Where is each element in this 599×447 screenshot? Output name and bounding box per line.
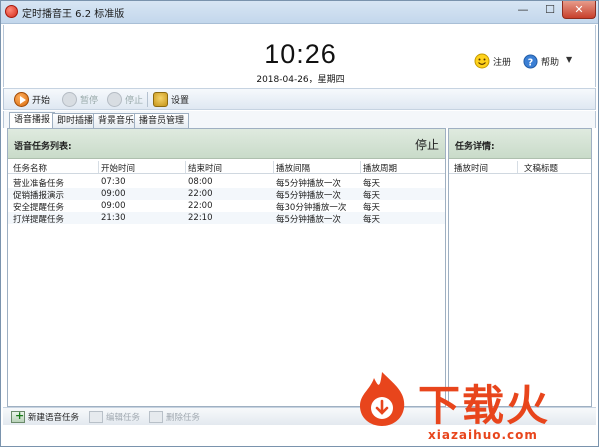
smile-icon [474, 53, 490, 69]
task-detail-panel: 任务详情: 播放时间 文稿标题 [448, 128, 592, 407]
table-row[interactable]: 打烊提醒任务 21:30 22:10 每5分钟播放一次 每天 [8, 212, 445, 225]
stop-button[interactable]: 停止 [107, 91, 143, 108]
settings-button[interactable]: 设置 [153, 91, 189, 108]
end-time: 22:00 [188, 201, 213, 211]
task-list-panel: 语音任务列表: 停止 任务名称 开始时间 结束时间 播放间隔 播放周期 营业准备… [7, 128, 446, 407]
column-header[interactable]: 播放时间 [454, 162, 488, 174]
column-header[interactable]: 播放间隔 [276, 162, 310, 174]
column-header[interactable]: 播放周期 [363, 162, 397, 174]
delete-task-button[interactable]: 删除任务 [149, 410, 200, 424]
column-header[interactable]: 文稿标题 [524, 162, 558, 174]
start-time: 07:30 [101, 177, 126, 187]
register-button[interactable]: 注册 [474, 52, 511, 70]
column-header[interactable]: 任务名称 [13, 162, 47, 174]
column-divider[interactable] [517, 161, 518, 173]
settings-label: 设置 [171, 96, 190, 106]
window-title: 定时播音王 6.2 标准版 [22, 9, 125, 20]
column-header[interactable]: 开始时间 [101, 162, 135, 174]
new-voice-task-button[interactable]: 新建语音任务 [11, 409, 80, 424]
pause-button[interactable]: 暂停 [62, 91, 98, 108]
play-icon [14, 92, 29, 107]
tab-instant-insert[interactable]: 即时插播 [52, 113, 99, 128]
pause-label: 暂停 [80, 96, 99, 106]
watermark-brand: 下载火 [418, 381, 551, 430]
watermark-domain: xiazaihuo.com [428, 428, 538, 442]
app-icon [5, 5, 18, 18]
flame-logo-icon [360, 372, 405, 426]
play-cycle: 每天 [363, 215, 381, 225]
tab-background-music[interactable]: 背景音乐 [93, 113, 140, 128]
column-divider[interactable] [273, 161, 274, 173]
help-button[interactable]: ? 帮助 [523, 52, 559, 70]
end-time: 08:00 [188, 177, 213, 187]
register-label: 注册 [493, 57, 512, 68]
toolbar: 开始 暂停 停止 设置 [3, 88, 596, 110]
header: 10:26 2018-04-26，星期四 注册 ? 帮助 ▼ [3, 25, 596, 87]
status-text: 停止 [414, 138, 439, 152]
delete-task-label: 删除任务 [166, 413, 201, 423]
toolbar-divider [147, 92, 148, 107]
add-task-icon [11, 409, 25, 423]
task-detail-title: 任务详情: [455, 142, 495, 152]
date-display: 2018-04-26，星期四 [256, 75, 345, 85]
task-table-header: 任务名称 开始时间 结束时间 播放间隔 播放周期 [8, 160, 445, 174]
start-label: 开始 [32, 96, 51, 106]
play-interval: 每5分钟播放一次 [276, 215, 341, 225]
start-time: 09:00 [101, 201, 126, 211]
column-header[interactable]: 结束时间 [188, 162, 222, 174]
task-detail-header: 任务详情: [449, 129, 591, 159]
column-divider[interactable] [185, 161, 186, 173]
svg-text:?: ? [528, 57, 533, 68]
table-row[interactable]: 安全提醒任务 09:00 22:00 每30分钟播放一次 每天 [8, 200, 445, 213]
edit-task-label: 编辑任务 [106, 413, 141, 423]
tab-announcer-management[interactable]: 播音员管理 [134, 113, 190, 128]
table-row[interactable]: 促销播报演示 09:00 22:00 每5分钟播放一次 每天 [8, 188, 445, 201]
tab-voice-broadcast[interactable]: 语音播报 [9, 112, 56, 129]
new-task-label: 新建语音任务 [28, 413, 80, 423]
task-list-title: 语音任务列表: [14, 142, 72, 152]
task-name: 打烊提醒任务 [13, 215, 65, 225]
pause-icon [62, 92, 77, 107]
start-time: 09:00 [101, 189, 126, 199]
table-row[interactable]: 营业准备任务 07:30 08:00 每5分钟播放一次 每天 [8, 176, 445, 189]
menu-dropdown-icon[interactable]: ▼ [566, 55, 572, 64]
stop-icon [107, 92, 122, 107]
column-divider[interactable] [98, 161, 99, 173]
edit-task-button[interactable]: 编辑任务 [89, 410, 140, 424]
tab-bar: 语音播报 即时插播 背景音乐 播音员管理 [3, 111, 596, 129]
minimize-button[interactable]: — [510, 0, 536, 19]
column-divider[interactable] [360, 161, 361, 173]
start-time: 21:30 [101, 213, 126, 223]
delete-task-icon [149, 411, 163, 423]
detail-table-header: 播放时间 文稿标题 [449, 160, 591, 174]
help-icon: ? [523, 53, 538, 69]
watermark: 下载火 xiazaihuo.com [350, 368, 599, 447]
maximize-button[interactable]: ☐ [537, 0, 563, 19]
end-time: 22:10 [188, 213, 213, 223]
close-button[interactable]: ✕ [562, 0, 596, 19]
settings-icon [153, 92, 168, 107]
title-bar: 定时播音王 6.2 标准版 — ☐ ✕ [0, 0, 599, 24]
task-list-header: 语音任务列表: 停止 [8, 129, 445, 159]
edit-task-icon [89, 411, 103, 423]
stop-label: 停止 [125, 96, 144, 106]
start-button[interactable]: 开始 [14, 91, 50, 108]
end-time: 22:00 [188, 189, 213, 199]
help-label: 帮助 [541, 57, 560, 68]
